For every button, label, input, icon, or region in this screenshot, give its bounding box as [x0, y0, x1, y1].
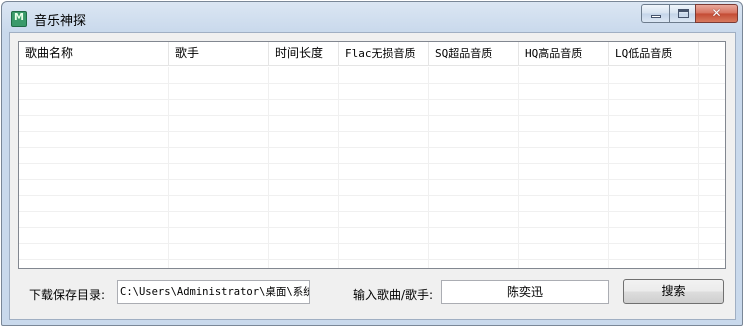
grid-line-row: [19, 227, 725, 228]
song-list[interactable]: 歌曲名称 歌手 时间长度 Flac无损音质 SQ超品音质 HQ高品音质 LQ低品…: [18, 41, 726, 269]
grid-line-column: [428, 67, 429, 268]
search-input[interactable]: 陈奕迅: [441, 280, 609, 304]
grid-line-column: [168, 67, 169, 268]
title-bar[interactable]: 音乐神探 ✕: [2, 2, 742, 32]
grid-line-row: [19, 259, 725, 260]
grid-line-row: [19, 83, 725, 84]
song-list-header: 歌曲名称 歌手 时间长度 Flac无损音质 SQ超品音质 HQ高品音质 LQ低品…: [19, 42, 725, 66]
column-flac-quality[interactable]: Flac无损音质: [339, 42, 429, 66]
grid-line-row: [19, 243, 725, 244]
maximize-button[interactable]: [669, 4, 695, 23]
download-search-bar: 下载保存目录: C:\Users\Administrator\桌面\系统 输入歌…: [10, 273, 735, 313]
window-title: 音乐神探: [34, 14, 87, 29]
client-area: 歌曲名称 歌手 时间长度 Flac无损音质 SQ超品音质 HQ高品音质 LQ低品…: [9, 32, 736, 320]
save-path-label: 下载保存目录:: [29, 288, 106, 302]
save-path-field[interactable]: C:\Users\Administrator\桌面\系统: [117, 280, 310, 304]
app-music-icon: [11, 11, 27, 27]
minimize-icon: [651, 15, 661, 18]
song-list-body: [19, 67, 725, 268]
close-icon: ✕: [711, 6, 722, 20]
search-button[interactable]: 搜索: [623, 279, 724, 304]
grid-line-row: [19, 131, 725, 132]
grid-line-column: [698, 67, 699, 268]
grid-line-row: [19, 211, 725, 212]
window-controls: ✕: [641, 4, 738, 25]
grid-line-column: [518, 67, 519, 268]
minimize-button[interactable]: [641, 4, 669, 23]
column-sq-quality[interactable]: SQ超品音质: [429, 42, 519, 66]
column-duration[interactable]: 时间长度: [269, 42, 339, 66]
column-song-name[interactable]: 歌曲名称: [19, 42, 169, 66]
grid-line-row: [19, 179, 725, 180]
grid-line-row: [19, 147, 725, 148]
grid-line-column: [338, 67, 339, 268]
grid-line-row: [19, 163, 725, 164]
search-input-label: 输入歌曲/歌手:: [353, 288, 434, 302]
app-window: 音乐神探 ✕ 歌曲名称 歌手 时间长度 Flac无损音质 SQ超品音质 HQ高品…: [1, 1, 743, 326]
column-singer[interactable]: 歌手: [169, 42, 269, 66]
close-button[interactable]: ✕: [695, 4, 738, 23]
maximize-icon: [678, 9, 689, 18]
column-hq-quality[interactable]: HQ高品音质: [519, 42, 609, 66]
grid-line-row: [19, 115, 725, 116]
column-lq-quality[interactable]: LQ低品音质: [609, 42, 699, 66]
grid-line-row: [19, 99, 725, 100]
grid-line-column: [268, 67, 269, 268]
grid-line-row: [19, 195, 725, 196]
grid-line-column: [608, 67, 609, 268]
